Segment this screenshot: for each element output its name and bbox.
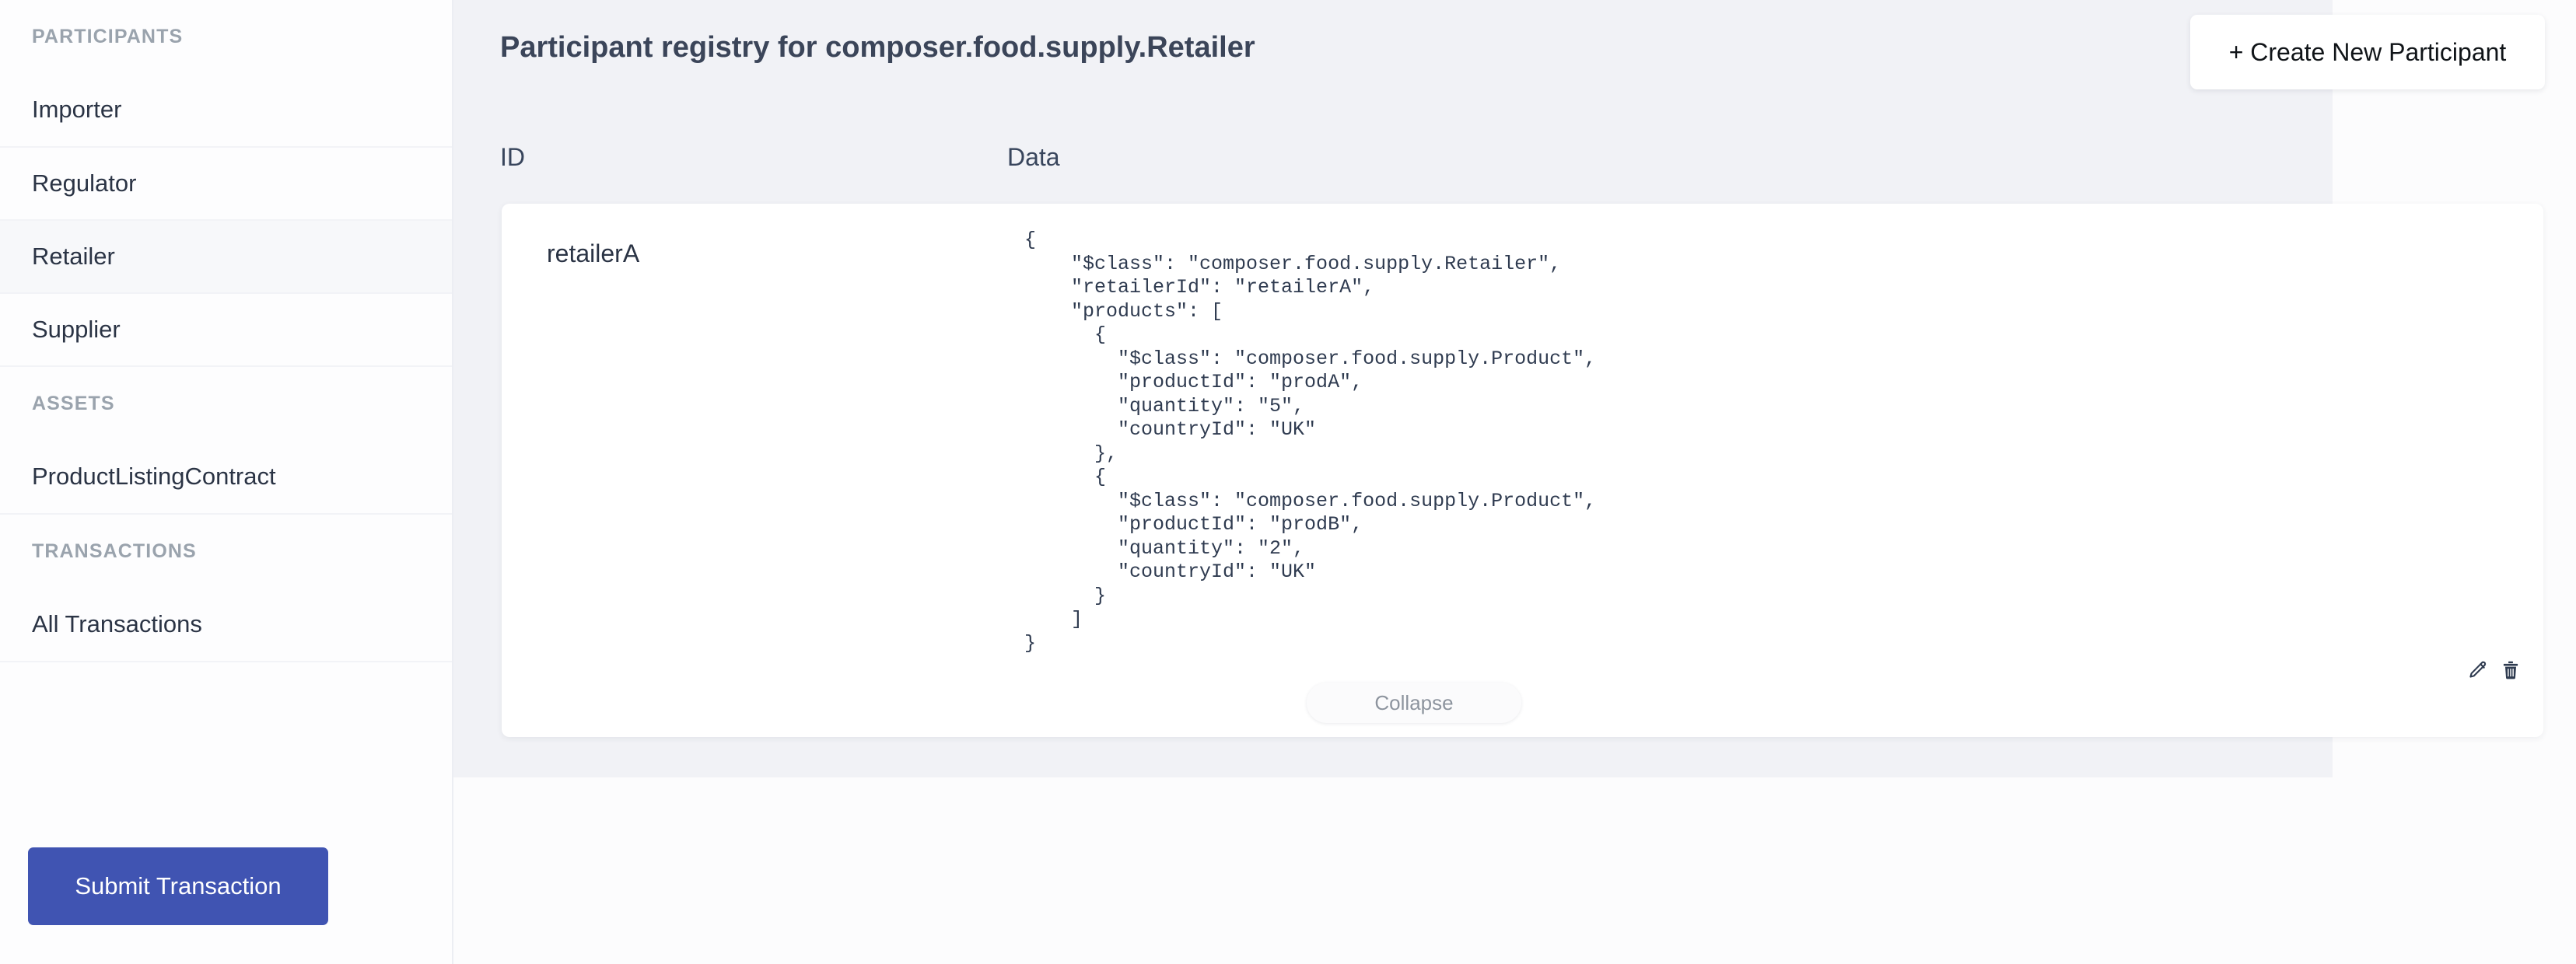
sidebar-item-label: ProductListingContract xyxy=(32,463,276,490)
sidebar-item-label: Supplier xyxy=(32,316,121,343)
sidebar-item-regulator[interactable]: Regulator xyxy=(0,146,452,219)
table-row: retailerA { "$class": "composer.food.sup… xyxy=(502,204,2543,737)
sidebar-item-importer[interactable]: Importer xyxy=(0,73,452,146)
collapse-button[interactable]: Collapse xyxy=(1307,683,1521,723)
sidebar-item-supplier[interactable]: Supplier xyxy=(0,292,452,365)
sidebar-item-retailer[interactable]: Retailer xyxy=(0,219,452,292)
sidebar-item-all-transactions[interactable]: All Transactions xyxy=(0,588,452,661)
sidebar: PARTICIPANTS Importer Regulator Retailer… xyxy=(0,0,453,964)
submit-transaction-button[interactable]: Submit Transaction xyxy=(28,847,328,925)
page-title: Participant registry for composer.food.s… xyxy=(500,31,1255,64)
sidebar-section-participants-label: PARTICIPANTS xyxy=(32,25,184,47)
sidebar-item-label: Importer xyxy=(32,96,122,123)
main-content: Participant registry for composer.food.s… xyxy=(453,0,2576,964)
sidebar-item-label: Regulator xyxy=(32,169,137,197)
sidebar-section-transactions-label: TRANSACTIONS xyxy=(32,540,197,562)
record-id-cell: retailerA xyxy=(547,239,640,267)
edit-icon[interactable] xyxy=(2467,659,2489,681)
sidebar-item-label: Retailer xyxy=(32,243,115,270)
create-new-participant-button[interactable]: + Create New Participant xyxy=(2190,15,2545,89)
record-json-cell: { "$class": "composer.food.supply.Retail… xyxy=(1024,229,1597,655)
sidebar-item-label: All Transactions xyxy=(32,610,202,637)
delete-icon[interactable] xyxy=(2500,659,2522,681)
sidebar-divider xyxy=(0,661,452,662)
app-root: PARTICIPANTS Importer Regulator Retailer… xyxy=(0,0,2576,964)
sidebar-item-productlistingcontract[interactable]: ProductListingContract xyxy=(0,440,452,513)
column-header-data: Data xyxy=(1007,143,1060,171)
sidebar-section-assets-label: ASSETS xyxy=(32,392,115,414)
column-header-id: ID xyxy=(500,143,525,171)
row-actions xyxy=(2467,659,2522,681)
